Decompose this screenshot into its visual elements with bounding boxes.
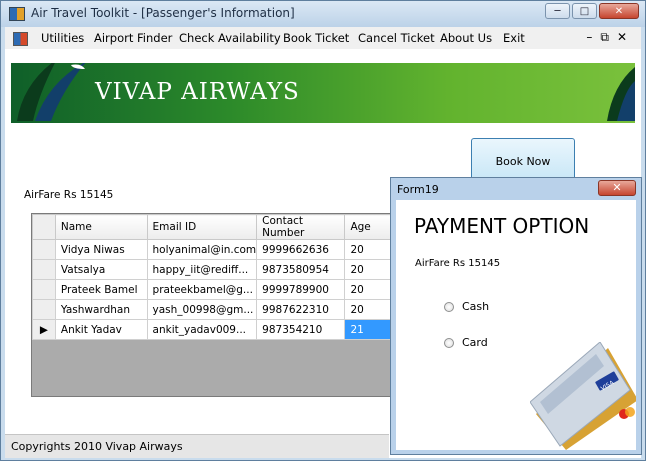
column-header-name[interactable]: Name — [54, 214, 148, 240]
cell-contact[interactable]: 9987622310 — [256, 299, 346, 320]
menu-bar: Utilities Airport Finder Check Availabil… — [5, 27, 641, 50]
main-window: Air Travel Toolkit - [Passenger's Inform… — [0, 0, 646, 461]
close-button[interactable]: ✕ — [599, 3, 639, 19]
grid-corner-header[interactable] — [32, 214, 56, 240]
menu-exit[interactable]: Exit — [503, 31, 525, 45]
cell-age[interactable]: 20 — [344, 299, 392, 320]
cell-age[interactable]: 20 — [344, 239, 392, 260]
banner-title: VIVAP AIRWAYS — [95, 79, 300, 105]
cell-email[interactable]: happy_iit@rediff... — [146, 259, 258, 280]
row-header[interactable] — [32, 259, 56, 280]
cash-radio-option[interactable]: Cash — [444, 300, 489, 313]
current-row-indicator-icon[interactable]: ▶ — [32, 319, 56, 340]
payment-dialog: Form19 ✕ PAYMENT OPTION AirFare Rs 15145… — [390, 177, 642, 455]
menu-cancel-ticket[interactable]: Cancel Ticket — [358, 31, 435, 45]
row-header[interactable] — [32, 279, 56, 300]
window-title: Air Travel Toolkit - [Passenger's Inform… — [31, 6, 295, 20]
cell-age[interactable]: 20 — [344, 279, 392, 300]
credit-card-icon: VISA — [530, 342, 636, 450]
cell-age[interactable]: 20 — [344, 259, 392, 280]
column-header-contact[interactable]: Contact Number — [256, 214, 346, 240]
row-header[interactable] — [32, 299, 56, 320]
dialog-airfare-label: AirFare Rs 15145 — [415, 258, 501, 269]
row-header[interactable] — [32, 239, 56, 260]
cash-radio[interactable] — [444, 301, 454, 312]
cell-contact[interactable]: 9999789900 — [256, 279, 346, 300]
maximize-button[interactable]: □ — [572, 3, 597, 19]
minimize-button[interactable]: ─ — [545, 3, 570, 19]
cell-contact[interactable]: 9873580954 — [256, 259, 346, 280]
table-row[interactable]: Yashwardhan yash_00998@gm... 9987622310 … — [32, 299, 392, 320]
cell-name[interactable]: Vidya Niwas — [54, 239, 148, 260]
cell-name[interactable]: Yashwardhan — [54, 299, 148, 320]
app-icon — [9, 7, 25, 21]
cell-age-selected[interactable]: 21 — [344, 319, 392, 340]
menu-about-us[interactable]: About Us — [440, 31, 492, 45]
cell-contact[interactable]: 987354210 — [256, 319, 346, 340]
column-header-email[interactable]: Email ID — [146, 214, 258, 240]
status-text: Copyrights 2010 Vivap Airways — [11, 440, 183, 453]
card-label[interactable]: Card — [462, 336, 488, 349]
cell-contact[interactable]: 9999662636 — [256, 239, 346, 260]
cell-email[interactable]: ankit_yadav009... — [146, 319, 258, 340]
menu-airport-finder[interactable]: Airport Finder — [94, 31, 172, 45]
menu-utilities[interactable]: Utilities — [41, 31, 84, 45]
mdi-child-icon[interactable] — [13, 32, 28, 46]
mdi-child-controls[interactable]: –⧉✕ — [586, 30, 635, 45]
cell-email[interactable]: yash_00998@gm... — [146, 299, 258, 320]
payment-heading: PAYMENT OPTION — [414, 214, 590, 238]
status-bar: Copyrights 2010 Vivap Airways — [5, 434, 389, 458]
cell-email[interactable]: prateekbamel@g... — [146, 279, 258, 300]
menu-check-availability[interactable]: Check Availability — [179, 31, 281, 45]
card-radio-option[interactable]: Card — [444, 336, 488, 349]
table-row[interactable]: Vidya Niwas holyanimal@in.com 9999662636… — [32, 239, 392, 260]
menu-book-ticket[interactable]: Book Ticket — [283, 31, 349, 45]
airfare-label: AirFare Rs 15145 — [24, 189, 114, 201]
dialog-client-area: PAYMENT OPTION AirFare Rs 15145 Cash Car… — [396, 200, 636, 450]
title-bar[interactable]: Air Travel Toolkit - [Passenger's Inform… — [1, 1, 645, 27]
table-row[interactable]: Vatsalya happy_iit@rediff... 9873580954 … — [32, 259, 392, 280]
passenger-grid[interactable]: Name Email ID Contact Number Age Vidya N… — [31, 213, 393, 397]
dialog-close-button[interactable]: ✕ — [598, 180, 636, 196]
table-row[interactable]: Prateek Bamel prateekbamel@g... 99997899… — [32, 279, 392, 300]
cell-name[interactable]: Prateek Bamel — [54, 279, 148, 300]
cash-label[interactable]: Cash — [462, 300, 489, 313]
cell-name[interactable]: Ankit Yadav — [54, 319, 148, 340]
cell-email[interactable]: holyanimal@in.com — [146, 239, 258, 260]
cell-name[interactable]: Vatsalya — [54, 259, 148, 280]
card-radio[interactable] — [444, 337, 454, 348]
table-row[interactable]: ▶ Ankit Yadav ankit_yadav009... 98735421… — [32, 319, 392, 340]
column-header-age[interactable]: Age — [344, 214, 392, 240]
airline-banner: VIVAP AIRWAYS — [11, 63, 635, 123]
dialog-title: Form19 — [397, 183, 439, 196]
